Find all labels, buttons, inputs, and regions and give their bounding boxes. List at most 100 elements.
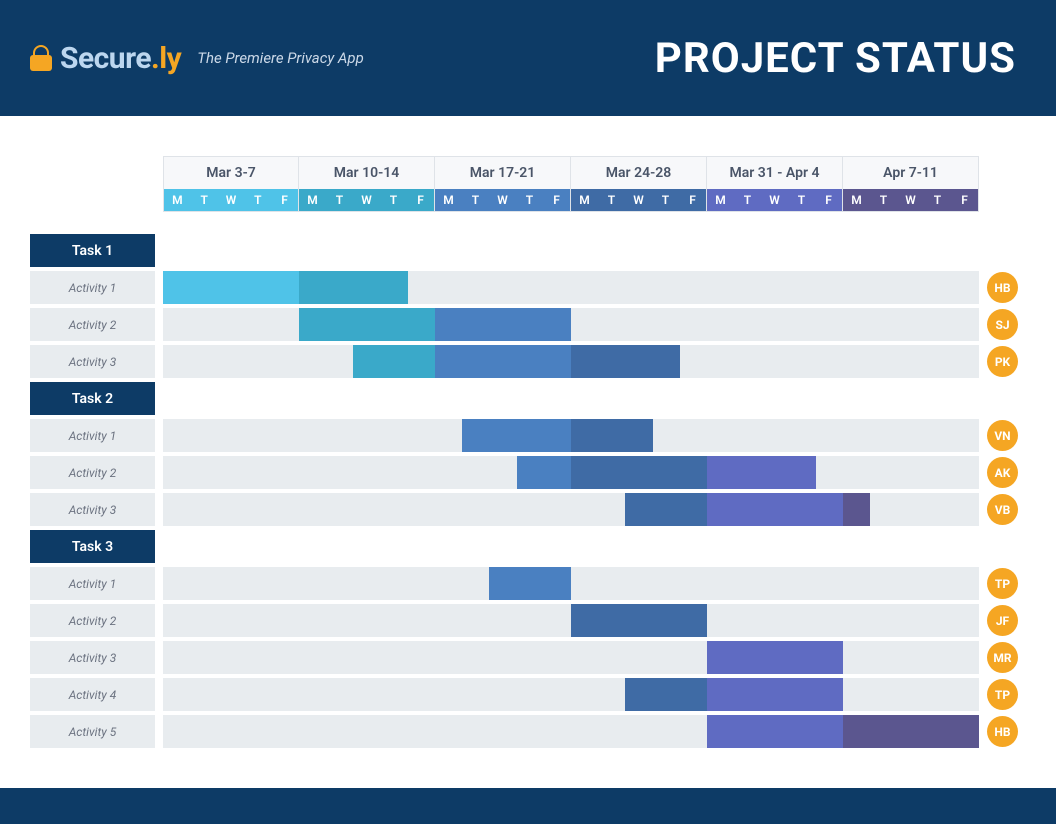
- gantt-bar: [625, 493, 707, 526]
- day-cell: M: [435, 189, 462, 211]
- lock-icon: [30, 45, 52, 71]
- task-header: Task 1: [30, 234, 155, 267]
- day-cell: M: [164, 189, 191, 211]
- day-cell: T: [380, 189, 407, 211]
- activity-track: [163, 678, 979, 711]
- activity-track: [163, 308, 979, 341]
- day-cell: T: [788, 189, 815, 211]
- day-cell: T: [191, 189, 218, 211]
- activity-label: Activity 3: [30, 493, 155, 526]
- brand-logo: Secure.ly: [30, 41, 181, 76]
- gantt-bar: [843, 715, 979, 748]
- gantt-bar: [571, 345, 680, 378]
- week-header: Mar 10-14MTWTF: [299, 156, 435, 212]
- day-row: MTWTF: [299, 189, 434, 211]
- gantt-bar: [625, 678, 707, 711]
- footer-bar: [0, 788, 1056, 824]
- week-label: Mar 24-28: [571, 157, 706, 189]
- day-cell: W: [761, 189, 788, 211]
- brand-text: Secure.ly: [60, 41, 181, 76]
- activity-row: Activity 5 HB: [30, 715, 1026, 748]
- owner-avatar: JF: [987, 605, 1018, 636]
- owner-avatar: MR: [987, 642, 1018, 673]
- activity-track: [163, 493, 979, 526]
- gantt-bar: [571, 604, 707, 637]
- gantt-bar: [462, 419, 571, 452]
- activity-track: [163, 456, 979, 489]
- task-header: Task 2: [30, 382, 155, 415]
- task-list: Task 1 Activity 1 HB Activity 2 SJ Activity 3…: [30, 234, 1026, 748]
- owner-avatar: PK: [987, 346, 1018, 377]
- week-header: Mar 24-28MTWTF: [571, 156, 707, 212]
- gantt-bar: [299, 271, 408, 304]
- activity-row: Activity 1 HB: [30, 271, 1026, 304]
- owner-avatar: SJ: [987, 309, 1018, 340]
- task-header: Task 3: [30, 530, 155, 563]
- day-cell: T: [326, 189, 353, 211]
- activity-row: Activity 2JF: [30, 604, 1026, 637]
- day-cell: F: [815, 189, 842, 211]
- day-cell: W: [489, 189, 516, 211]
- day-row: MTWTF: [843, 189, 978, 211]
- activity-row: Activity 3 VB: [30, 493, 1026, 526]
- gantt-bar: [707, 678, 843, 711]
- day-cell: W: [897, 189, 924, 211]
- week-header: Apr 7-11MTWTF: [843, 156, 979, 212]
- day-cell: T: [652, 189, 679, 211]
- gantt-bar: [353, 345, 435, 378]
- day-cell: T: [924, 189, 951, 211]
- gantt-bar: [435, 308, 571, 341]
- activity-label: Activity 5: [30, 715, 155, 748]
- brand-name-dot: .: [151, 41, 159, 76]
- brand-name-ly: ly: [159, 41, 181, 76]
- gantt-bar: [707, 493, 843, 526]
- day-cell: F: [271, 189, 298, 211]
- owner-avatar: TP: [987, 568, 1018, 599]
- gantt-bar: [489, 567, 571, 600]
- week-label: Mar 17-21: [435, 157, 570, 189]
- activity-label: Activity 1: [30, 271, 155, 304]
- day-cell: M: [571, 189, 598, 211]
- day-row: MTWTF: [435, 189, 570, 211]
- owner-avatar: TP: [987, 679, 1018, 710]
- owner-avatar: VB: [987, 494, 1018, 525]
- day-cell: W: [625, 189, 652, 211]
- day-cell: T: [598, 189, 625, 211]
- activity-track: [163, 641, 979, 674]
- activity-row: Activity 1 TP: [30, 567, 1026, 600]
- brand-tagline: The Premiere Privacy App: [197, 49, 364, 67]
- day-row: MTWTF: [571, 189, 706, 211]
- gantt-bar: [571, 456, 707, 489]
- week-header: Mar 17-21MTWTF: [435, 156, 571, 212]
- brand-name-secure: Secure: [60, 41, 151, 76]
- day-cell: T: [870, 189, 897, 211]
- gantt-bar: [571, 419, 653, 452]
- activity-track: [163, 271, 979, 304]
- day-cell: F: [679, 189, 706, 211]
- owner-avatar: HB: [987, 272, 1018, 303]
- activity-label: Activity 1: [30, 567, 155, 600]
- day-cell: F: [951, 189, 978, 211]
- day-cell: W: [353, 189, 380, 211]
- activity-track: [163, 715, 979, 748]
- day-cell: M: [299, 189, 326, 211]
- gantt-bar: [843, 493, 870, 526]
- week-label: Apr 7-11: [843, 157, 978, 189]
- activity-track: [163, 604, 979, 637]
- gantt-bar: [435, 345, 571, 378]
- day-cell: M: [843, 189, 870, 211]
- gantt-bar: [707, 641, 843, 674]
- page-title: PROJECT STATUS: [655, 34, 1016, 83]
- owner-avatar: HB: [987, 716, 1018, 747]
- owner-avatar: AK: [987, 457, 1018, 488]
- activity-label: Activity 4: [30, 678, 155, 711]
- activity-label: Activity 2: [30, 456, 155, 489]
- day-cell: T: [516, 189, 543, 211]
- day-cell: F: [407, 189, 434, 211]
- week-header: Mar 31 - Apr 4MTWTF: [707, 156, 843, 212]
- day-cell: W: [218, 189, 245, 211]
- activity-label: Activity 1: [30, 419, 155, 452]
- activity-row: Activity 1VN: [30, 419, 1026, 452]
- day-cell: T: [734, 189, 761, 211]
- day-row: MTWTF: [164, 189, 298, 211]
